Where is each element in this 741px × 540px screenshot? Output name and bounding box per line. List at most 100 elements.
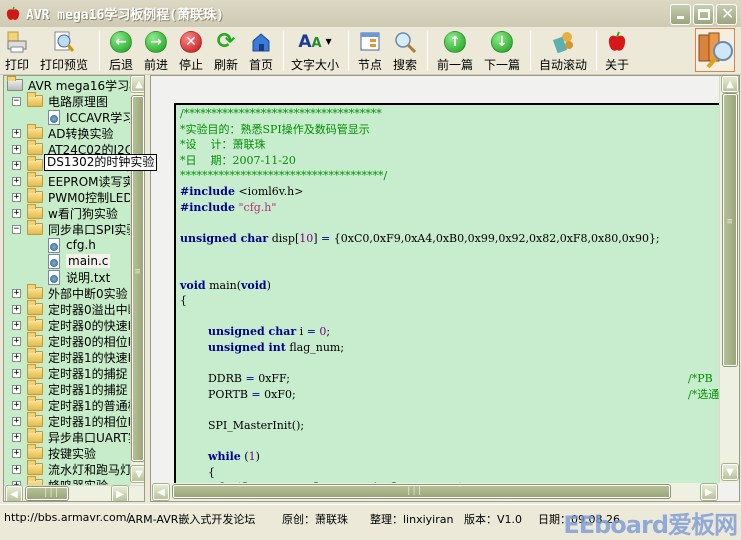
tree-folder[interactable]: − 电路原理图 — [12, 92, 108, 109]
tree-file[interactable]: 说明.txt — [48, 269, 110, 285]
tree-item-label: 按键实验 — [48, 446, 97, 461]
tree-folder[interactable]: + 异步串口UART实验 — [12, 428, 130, 445]
scroll-down-icon[interactable]: ▼ — [131, 466, 144, 482]
expand-icon[interactable]: + — [12, 432, 21, 442]
code-token: = — [251, 387, 261, 401]
expand-icon[interactable]: + — [12, 464, 21, 474]
tree-file[interactable]: main.c — [48, 253, 111, 269]
forward-arrow-icon: → — [145, 30, 167, 53]
expand-icon[interactable]: + — [12, 352, 21, 362]
folder-icon — [27, 332, 43, 347]
font-size-button[interactable]: AA ▼ 文字大小 — [291, 29, 339, 73]
code-line: *实验目的：熟悉SPI操作及数码管显示 — [180, 122, 370, 138]
scroll-down-icon[interactable]: ▼ — [722, 464, 738, 480]
tree-root[interactable]: AVR mega16学习板例程 — [7, 76, 130, 93]
tree-folder[interactable]: + w看门狗实验 — [12, 204, 118, 221]
status-url[interactable]: http://bbs.armavr.com/ — [4, 511, 130, 524]
expand-icon[interactable]: + — [12, 288, 21, 298]
folder-icon — [27, 428, 43, 443]
close-button[interactable]: ✕ — [716, 4, 737, 25]
collapse-icon[interactable]: − — [12, 96, 21, 106]
tree-file[interactable]: ICCAVR学习 — [48, 109, 130, 125]
expand-icon[interactable]: + — [12, 384, 21, 394]
expand-icon[interactable]: + — [12, 400, 21, 410]
tree-folder[interactable]: + 定时器0的快速PWM — [12, 316, 130, 333]
back-button[interactable]: ← 后退 — [108, 29, 134, 73]
tree-horizontal-scrollbar[interactable]: ◀ ||| ▶ — [4, 485, 144, 501]
expand-icon[interactable]: + — [12, 448, 21, 458]
tree-item-label: PWM0控制LED实验 — [48, 190, 130, 205]
scroll-up-icon[interactable]: ▲ — [722, 76, 738, 92]
search-button[interactable]: 搜索 — [392, 29, 418, 73]
home-button[interactable]: 首页 — [248, 29, 274, 73]
expand-icon[interactable]: + — [12, 144, 21, 154]
scroll-up-icon[interactable]: ▲ — [131, 76, 144, 92]
code-token: /************************************ — [180, 107, 382, 120]
refresh-icon: ⟳ — [216, 29, 236, 54]
tree-folder[interactable]: + 定时器1的相位PWM — [12, 412, 130, 429]
tree-item-label: ICCAVR学习 — [66, 110, 130, 125]
tree-folder[interactable]: + EEPROM读写实验 — [12, 172, 130, 189]
tree-item-label: 定时器0溢出中断 — [48, 302, 130, 317]
expand-icon[interactable]: + — [12, 336, 21, 346]
tree-folder[interactable]: + 按键实验 — [12, 444, 97, 461]
expand-icon[interactable]: + — [12, 416, 21, 426]
code-line: unsigned int flag_num; — [180, 340, 344, 356]
tree-hscroll-thumb[interactable]: ||| — [26, 487, 68, 500]
document-icon — [48, 109, 60, 125]
refresh-button[interactable]: ⟳ 刷新 — [213, 29, 239, 73]
collapse-icon[interactable]: − — [12, 224, 21, 234]
tree-item-label: w看门狗实验 — [48, 206, 118, 221]
node-button[interactable]: 节点 — [357, 29, 383, 73]
code-token: void — [180, 278, 206, 292]
stop-button[interactable]: ✕ 停止 — [178, 29, 204, 73]
tree-folder[interactable]: + 定时器1的快速PWM — [12, 348, 130, 365]
minimize-button[interactable] — [670, 4, 691, 25]
code-line: PORTB = 0xF0; — [180, 387, 296, 403]
content-vscroll-thumb[interactable]: ≡ — [723, 94, 737, 366]
maximize-button[interactable] — [693, 4, 714, 25]
expand-icon[interactable]: + — [12, 320, 21, 330]
auto-scroll-button[interactable]: 自动滚动 — [539, 29, 587, 73]
code-token: while — [207, 450, 241, 464]
code-view: /************************************ *实验… — [174, 103, 719, 486]
scroll-right-icon[interactable]: ▶ — [112, 486, 128, 501]
tree-file[interactable]: cfg.h — [48, 237, 96, 253]
content-hscroll-thumb[interactable]: ||| — [173, 485, 670, 498]
tree-folder[interactable]: + 流水灯和跑马灯 — [12, 460, 130, 477]
scroll-right-icon[interactable]: ▶ — [701, 484, 717, 500]
tree-folder[interactable]: + 定时器1的捕捉 — [12, 364, 128, 381]
next-article-button[interactable]: ↓ 下一篇 — [484, 29, 520, 73]
expand-icon[interactable]: + — [12, 192, 21, 202]
tree-folder[interactable]: + 定时器1的普通模式 — [12, 396, 130, 413]
tree-vscroll-thumb[interactable]: ≡ — [132, 96, 144, 461]
tree-folder[interactable]: + PWM0控制LED实验 — [12, 188, 130, 205]
expand-icon[interactable]: + — [12, 128, 21, 138]
content-horizontal-scrollbar[interactable]: ◀ ||| ▶ — [151, 483, 719, 501]
tree-vertical-scrollbar[interactable]: ▲ ≡ ▼ — [130, 76, 144, 485]
previous-article-button[interactable]: ↑ 前一篇 — [437, 29, 473, 73]
library-search-icon[interactable] — [695, 28, 735, 72]
expand-icon[interactable]: + — [12, 176, 21, 186]
tree-folder[interactable]: + 外部中断0实验 — [12, 284, 128, 301]
print-preview-button[interactable]: 打印预览 — [40, 29, 88, 73]
expand-icon[interactable]: + — [12, 160, 21, 170]
tree-folder[interactable]: + 定时器0的相位PWM — [12, 332, 130, 349]
tree-folder[interactable]: + 定时器0溢出中断 — [12, 300, 130, 317]
scroll-left-icon[interactable]: ◀ — [153, 484, 169, 500]
folder-icon — [27, 380, 43, 395]
scroll-left-icon[interactable]: ◀ — [6, 486, 22, 501]
back-arrow-icon: ← — [110, 30, 132, 53]
code-line: *设 计：萧联珠 — [180, 137, 266, 153]
expand-icon[interactable]: + — [12, 368, 21, 378]
tree-folder[interactable]: − 同步串口SPI实验 — [12, 220, 130, 237]
tree-folder[interactable]: + 定时器1的捕捉 — [12, 380, 128, 397]
tree-folder[interactable]: + AD转换实验 — [12, 124, 113, 141]
content-vertical-scrollbar[interactable]: ▲ ≡ ▼ — [719, 76, 739, 483]
expand-icon[interactable]: + — [12, 208, 21, 218]
expand-icon[interactable]: + — [12, 304, 21, 314]
print-button[interactable]: 打印 — [4, 29, 30, 73]
about-button[interactable]: 关于 — [604, 29, 630, 73]
forward-button[interactable]: → 前进 — [143, 29, 169, 73]
